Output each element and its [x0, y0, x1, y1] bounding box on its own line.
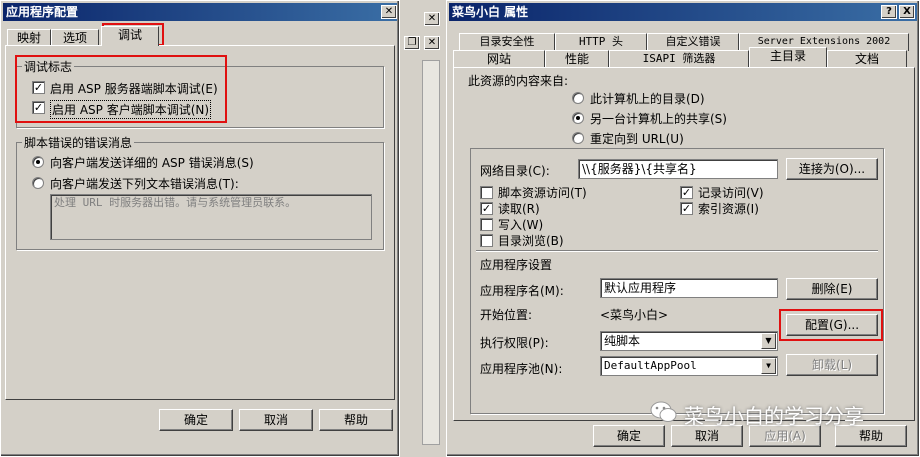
network-dir-input[interactable]: \\{服务器}\{共享名} [578, 159, 778, 179]
tab-debug[interactable]: 调试 [101, 26, 159, 46]
tab-label: 目录安全性 [479, 35, 535, 48]
text-error-label: 向客户端发送下列文本错误消息(T): [50, 177, 239, 191]
detailed-error-radio[interactable] [32, 156, 44, 168]
exec-permission-value: 纯脚本 [604, 334, 641, 348]
script-source-label: 脚本资源访问(T) [498, 186, 587, 200]
app-name-input[interactable]: 默认应用程序 [600, 278, 778, 298]
network-share-radio[interactable] [572, 112, 584, 124]
close-icon[interactable]: ✕ [381, 5, 397, 19]
tab-isapi-filters[interactable]: ISAPI 筛选器 [609, 50, 749, 68]
tab-label: 主目录 [769, 49, 806, 63]
network-dir-label: 网络目录(C): [480, 164, 550, 178]
dialog-title: 菜鸟小白 属性 [452, 5, 529, 19]
tab-label: 自定义错误 [665, 35, 721, 48]
tab-performance[interactable]: 性能 [545, 50, 609, 68]
chevron-down-icon[interactable]: ▼ [761, 358, 776, 374]
app-settings-label: 应用程序设置 [480, 258, 553, 272]
wechat-logo-icon [650, 400, 678, 424]
chevron-down-icon[interactable]: ▼ [761, 333, 776, 349]
tab-home-directory[interactable]: 主目录 [749, 47, 827, 67]
write-label: 写入(W) [498, 218, 544, 232]
tab-label: Server Extensions 2002 [757, 36, 891, 47]
start-location-value: <菜鸟小白> [600, 308, 669, 322]
index-resource-label: 索引资源(I) [698, 202, 759, 216]
index-resource-checkbox[interactable]: ✓ [680, 202, 693, 215]
read-checkbox[interactable]: ✓ [480, 202, 493, 215]
close-icon[interactable]: X [899, 5, 915, 19]
home-directory-panel: 此资源的内容来自: 此计算机上的目录(D) 另一台计算机上的共享(S) 重定向到… [453, 67, 915, 421]
highlight-configure-button [779, 309, 883, 341]
highlight-debug-flags [15, 55, 227, 123]
dir-browse-checkbox[interactable] [480, 234, 493, 247]
tab-label: 映射 [16, 31, 41, 45]
background-close-icon[interactable]: ✕ [424, 12, 440, 26]
log-visits-checkbox[interactable]: ✓ [680, 186, 693, 199]
connect-as-button[interactable]: 连接为(O)... [786, 158, 878, 180]
app-pool-label: 应用程序池(N): [480, 362, 563, 376]
exec-permission-select[interactable]: 纯脚本 ▼ [600, 331, 778, 351]
app-pool-select[interactable]: DefaultAppPool ▼ [600, 356, 778, 376]
app-name-label: 应用程序名(M): [480, 284, 564, 298]
tab-http-headers[interactable]: HTTP 头 [555, 33, 647, 51]
content-source-label: 此资源的内容来自: [468, 74, 569, 88]
redirect-url-label: 重定向到 URL(U) [590, 132, 684, 146]
properties-dialog: 菜鸟小白 属性 ? X 目录安全性 HTTP 头 自定义错误 Server Ex… [446, 0, 920, 457]
tab-directory-security[interactable]: 目录安全性 [459, 33, 555, 51]
help-icon[interactable]: ? [881, 5, 897, 19]
local-dir-radio[interactable] [572, 92, 584, 104]
tab-documents[interactable]: 文档 [827, 50, 907, 68]
unload-button[interactable]: 卸载(L) [786, 354, 878, 376]
background-restore-icon[interactable]: ❐ [404, 36, 420, 50]
remove-button[interactable]: 删除(E) [786, 278, 878, 300]
app-config-titlebar: 应用程序配置 [3, 3, 397, 21]
tab-label: ISAPI 筛选器 [642, 52, 716, 65]
help-button[interactable]: 帮助 [319, 409, 393, 431]
write-checkbox[interactable] [480, 218, 493, 231]
script-source-checkbox[interactable] [480, 186, 493, 199]
tab-label: HTTP 头 [578, 35, 624, 48]
read-label: 读取(R) [498, 202, 540, 216]
tab-label: 文档 [854, 52, 879, 66]
cancel-button[interactable]: 取消 [239, 409, 313, 431]
log-visits-label: 记录访问(V) [698, 186, 764, 200]
tab-custom-errors[interactable]: 自定义错误 [647, 33, 739, 51]
network-share-label: 另一台计算机上的共享(S) [590, 112, 727, 126]
text-error-radio[interactable] [32, 177, 44, 189]
app-pool-value: DefaultAppPool [604, 359, 697, 372]
dir-browse-label: 目录浏览(B) [498, 234, 564, 248]
exec-permission-label: 执行权限(P): [480, 336, 549, 350]
script-error-label: 脚本错误的错误消息 [22, 134, 135, 151]
tab-label: 性能 [564, 52, 589, 66]
background-scrollbar[interactable] [422, 60, 440, 445]
tab-website[interactable]: 网站 [453, 50, 545, 68]
dialog-title: 应用程序配置 [6, 5, 79, 19]
tab-label: 网站 [486, 52, 511, 66]
watermark-text: 菜鸟小白的学习分享 [684, 404, 864, 428]
tab-label: 选项 [62, 31, 87, 45]
app-config-dialog: 应用程序配置 ✕ 映射 选项 调试 调试标志 ✓ 启用 ASP 服务器端脚本调试… [0, 0, 400, 457]
properties-titlebar: 菜鸟小白 属性 [449, 3, 917, 21]
error-text-field[interactable]: 处理 URL 时服务器出错。请与系统管理员联系。 [50, 194, 372, 240]
start-location-label: 开始位置: [480, 308, 533, 322]
detailed-error-label: 向客户端发送详细的 ASP 错误消息(S) [50, 156, 254, 170]
app-settings-separator [476, 250, 878, 252]
ok-button[interactable]: 确定 [593, 425, 665, 447]
tab-label: 调试 [117, 28, 142, 42]
ok-button[interactable]: 确定 [159, 409, 233, 431]
redirect-url-radio[interactable] [572, 132, 584, 144]
local-dir-label: 此计算机上的目录(D) [590, 92, 705, 106]
background-close-icon-2[interactable]: ✕ [424, 36, 440, 50]
